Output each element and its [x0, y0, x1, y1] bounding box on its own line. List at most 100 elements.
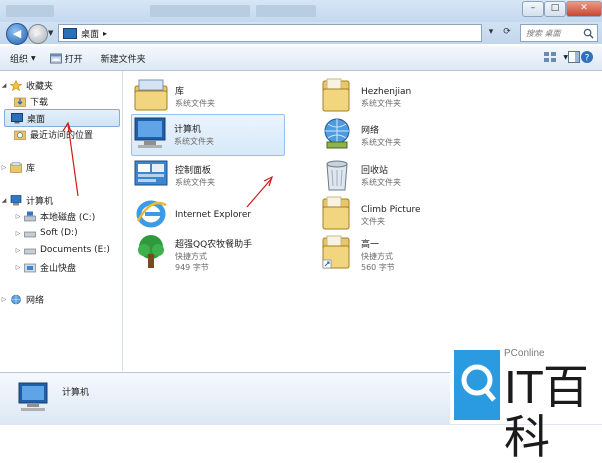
- back-button[interactable]: ◀: [6, 23, 28, 45]
- open-button[interactable]: 打开: [49, 52, 83, 65]
- file-list: 库 系统文件夹 计算机 系统文件夹 控制面板 系统文件夹 Internet Ex…: [123, 71, 602, 371]
- maximize-button[interactable]: □: [544, 1, 566, 17]
- preview-pane-icon[interactable]: [568, 51, 580, 63]
- sidebar-item-soft[interactable]: ▷ Soft (D:): [14, 225, 78, 241]
- item-qq-helper[interactable]: 超强QQ农牧餐助手 快捷方式 949 字节: [133, 234, 281, 278]
- control-panel-icon: [134, 160, 168, 186]
- drive-icon: [24, 231, 36, 237]
- expand-icon[interactable]: ▷: [0, 296, 8, 303]
- item-type: 文件夹: [361, 216, 385, 226]
- organize-menu[interactable]: 组织 ▼: [10, 52, 36, 65]
- item-libraries[interactable]: 库 系统文件夹: [133, 77, 281, 117]
- item-computer[interactable]: 计算机 系统文件夹: [131, 114, 285, 156]
- item-size: 560 字节: [361, 263, 395, 272]
- item-gaoyi[interactable]: 高一 快捷方式 560 字节: [319, 234, 469, 278]
- svg-text:?: ?: [585, 54, 590, 64]
- help-icon[interactable]: ?: [580, 50, 594, 64]
- item-type: 系统文件夹: [175, 177, 215, 187]
- watermark-logo: PConline IT百科: [450, 346, 602, 462]
- folder-shortcut-icon: [322, 235, 350, 269]
- sidebar-item-favorites[interactable]: ◢ 收藏夹: [0, 77, 53, 93]
- item-recycle-bin[interactable]: 回收站 系统文件夹: [319, 156, 469, 196]
- sidebar-item-label: Documents (E:): [40, 245, 110, 255]
- minimize-button[interactable]: –: [522, 1, 544, 17]
- address-separator[interactable]: ▸: [103, 29, 107, 38]
- expand-icon[interactable]: ▷: [14, 264, 22, 271]
- view-options-icon[interactable]: [543, 51, 557, 63]
- new-folder-button[interactable]: 新建文件夹: [101, 52, 146, 65]
- sidebar-item-local-disk[interactable]: ▷ 本地磁盘 (C:): [14, 208, 95, 224]
- user-folder-icon: [322, 78, 350, 112]
- address-location[interactable]: 桌面: [81, 27, 99, 40]
- item-hezhenjian[interactable]: Hezhenjian 系统文件夹: [319, 77, 469, 117]
- item-name: 网络: [361, 125, 380, 136]
- address-bar[interactable]: 桌面 ▸: [58, 24, 482, 42]
- star-icon: [10, 79, 22, 91]
- command-bar: 组织 ▼ 打开 新建文件夹 ▼ ?: [0, 46, 602, 71]
- item-size: 949 字节: [175, 263, 209, 272]
- sidebar-item-label: 桌面: [27, 114, 46, 125]
- sidebar-item-label: 网络: [26, 295, 45, 306]
- network-icon: [324, 118, 350, 149]
- expand-icon[interactable]: ▷: [14, 247, 22, 254]
- sidebar-item-label: Soft (D:): [40, 228, 78, 238]
- item-name: 回收站: [361, 165, 389, 176]
- view-controls: ▼ ?: [543, 50, 594, 64]
- search-placeholder[interactable]: 搜索 桌面: [526, 28, 561, 39]
- search-box[interactable]: 搜索 桌面: [520, 24, 598, 42]
- pconline-logo-icon: [454, 350, 500, 420]
- sidebar-item-libraries[interactable]: ▷ 库: [0, 159, 35, 175]
- item-climb-picture[interactable]: Climb Picture 文件夹: [319, 195, 469, 235]
- item-name: Climb Picture: [361, 204, 421, 215]
- expand-icon[interactable]: ▷: [0, 164, 8, 171]
- item-name: Hezhenjian: [361, 86, 412, 97]
- computer-icon: [134, 117, 166, 148]
- item-internet-explorer[interactable]: Internet Explorer: [133, 195, 281, 235]
- sidebar-item-label: 库: [26, 163, 36, 174]
- close-button[interactable]: ✕: [566, 1, 602, 17]
- sidebar-item-downloads[interactable]: 下载: [12, 93, 48, 109]
- new-folder-label: 新建文件夹: [100, 54, 146, 65]
- item-type: 系统文件夹: [361, 98, 401, 108]
- expand-icon[interactable]: ▷: [14, 230, 22, 237]
- sidebar-item-label: 金山快盘: [40, 263, 77, 274]
- cloud-drive-icon: [24, 263, 36, 272]
- sidebar-item-label: 收藏夹: [26, 81, 54, 92]
- search-icon[interactable]: [583, 28, 594, 39]
- title-blur: [150, 5, 250, 17]
- open-icon: [49, 53, 62, 63]
- tree-shortcut-icon: [138, 235, 164, 268]
- sidebar-item-label: 下载: [30, 97, 49, 108]
- navigation-bar: ◀ ▶ ▼ 桌面 ▸ ▾ ⟳ 搜索 桌面: [0, 22, 602, 45]
- system-drive-icon: [24, 211, 36, 221]
- item-name: 控制面板: [175, 165, 212, 176]
- item-type: 系统文件夹: [174, 136, 214, 146]
- downloads-folder-icon: [14, 97, 26, 107]
- sidebar-item-network[interactable]: ▷ 网络: [0, 291, 44, 307]
- item-name: 库: [175, 86, 185, 97]
- sidebar-item-label: 本地磁盘 (C:): [40, 212, 96, 223]
- item-type: 系统文件夹: [175, 98, 215, 108]
- sidebar-item-desktop[interactable]: 桌面: [4, 109, 120, 127]
- recent-places-icon: [14, 130, 26, 140]
- item-name: 高一: [361, 240, 380, 250]
- library-folder-icon: [134, 79, 168, 111]
- recent-pages-dropdown[interactable]: ▼: [48, 29, 53, 37]
- expand-icon[interactable]: ▷: [14, 213, 22, 220]
- item-type: 系统文件夹: [361, 177, 401, 187]
- sidebar-item-recent[interactable]: 最近访问的位置: [12, 126, 93, 142]
- collapse-icon[interactable]: ◢: [0, 82, 8, 89]
- collapse-icon[interactable]: ◢: [0, 197, 8, 204]
- sidebar-item-computer[interactable]: ◢ 计算机: [0, 192, 53, 208]
- item-control-panel[interactable]: 控制面板 系统文件夹: [133, 156, 281, 196]
- library-icon: [10, 161, 22, 173]
- refresh-icon[interactable]: ⟳: [500, 25, 514, 39]
- details-title: 计算机: [62, 388, 90, 398]
- folder-icon: [322, 196, 350, 230]
- address-dropdown-icon[interactable]: ▾: [484, 25, 498, 39]
- sidebar-item-documents[interactable]: ▷ Documents (E:): [14, 242, 110, 258]
- sidebar-item-jinshan[interactable]: ▷ 金山快盘: [14, 259, 76, 275]
- item-network[interactable]: 网络 系统文件夹: [319, 116, 469, 156]
- forward-button[interactable]: ▶: [28, 24, 48, 44]
- watermark-brand: PConline: [504, 348, 545, 359]
